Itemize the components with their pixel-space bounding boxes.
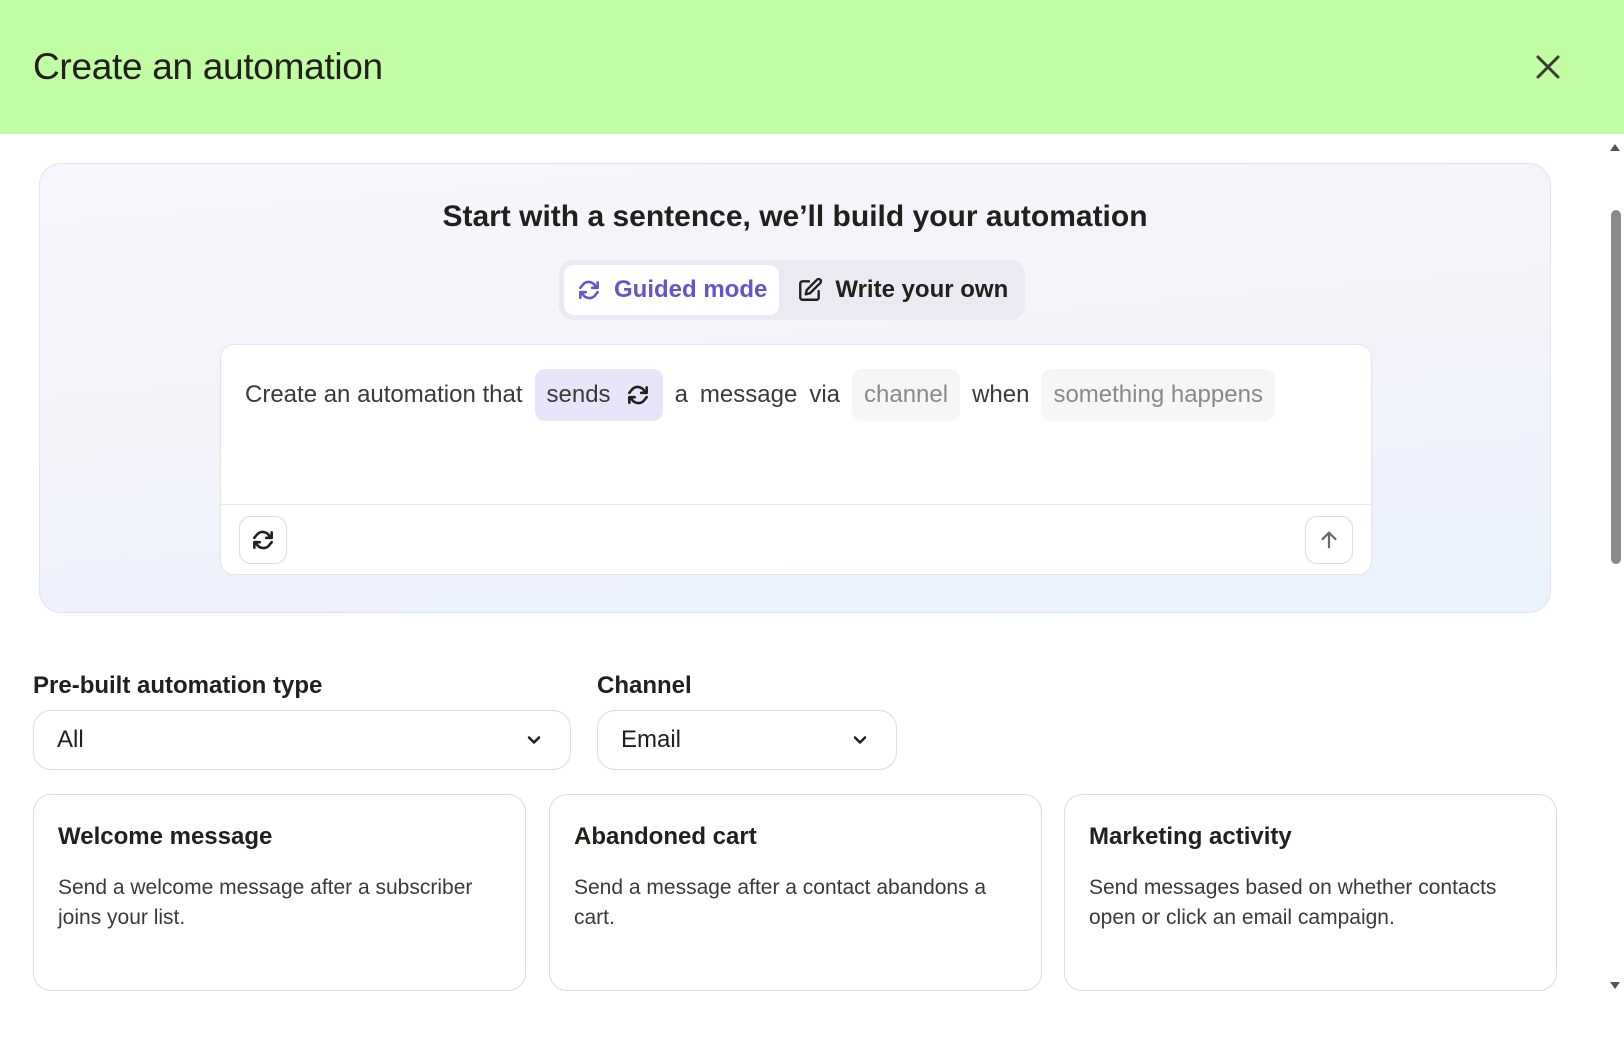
submit-button[interactable] bbox=[1305, 516, 1353, 564]
refresh-icon bbox=[579, 280, 599, 300]
card-description: Send a message after a contact abandons … bbox=[574, 876, 987, 929]
card-title: Abandoned cart bbox=[574, 823, 757, 850]
action-chip[interactable]: sends bbox=[534, 369, 663, 421]
automation-type-value: All bbox=[57, 726, 84, 753]
guided-mode-label: Guided mode bbox=[614, 276, 768, 303]
shuffle-button[interactable] bbox=[239, 516, 287, 564]
channel-chip[interactable]: channel bbox=[852, 369, 961, 421]
arrow-up-icon bbox=[1321, 531, 1337, 549]
scroll-thumb[interactable] bbox=[1611, 210, 1621, 564]
mode-toggle: Guided mode Write your own bbox=[559, 260, 1026, 320]
automation-sentence: Create an automation that sends a messag… bbox=[245, 369, 1287, 421]
channel-label: Channel bbox=[597, 672, 692, 699]
automation-card-abandoned-cart[interactable]: Abandoned cart Send a message after a co… bbox=[549, 794, 1042, 991]
sentence-word-via: via bbox=[809, 381, 840, 408]
sentence-word-when: when bbox=[972, 381, 1030, 408]
sentence-prefix: Create an automation that bbox=[245, 381, 523, 408]
channel-select[interactable]: Email bbox=[597, 710, 897, 770]
automation-type-label: Pre-built automation type bbox=[33, 672, 323, 699]
scroll-down-arrow[interactable] bbox=[1610, 982, 1620, 989]
trigger-chip[interactable]: something happens bbox=[1041, 369, 1275, 421]
close-button[interactable] bbox=[1528, 47, 1568, 87]
card-title: Welcome message bbox=[58, 823, 273, 850]
sentence-word-a: a bbox=[674, 381, 688, 408]
sentence-builder-panel: Start with a sentence, we’ll build your … bbox=[39, 163, 1551, 613]
sentence-word-message: message bbox=[699, 381, 798, 408]
refresh-icon bbox=[627, 385, 648, 405]
guided-mode-button[interactable]: Guided mode bbox=[564, 265, 780, 315]
composer-divider bbox=[221, 504, 1371, 505]
edit-icon bbox=[799, 277, 823, 301]
automation-card-marketing-activity[interactable]: Marketing activity Send messages based o… bbox=[1064, 794, 1557, 991]
card-description: Send a welcome message after a subscribe… bbox=[58, 876, 473, 929]
channel-value: Email bbox=[621, 726, 682, 753]
hero-title: Start with a sentence, we’ll build your … bbox=[442, 200, 1148, 233]
action-chip-label: sends bbox=[546, 381, 611, 408]
refresh-icon bbox=[253, 530, 273, 550]
modal-header: Create an automation bbox=[0, 0, 1624, 134]
automation-card-welcome[interactable]: Welcome message Send a welcome message a… bbox=[33, 794, 526, 991]
write-your-own-label: Write your own bbox=[835, 276, 1009, 303]
automation-type-select[interactable]: All bbox=[33, 710, 571, 770]
chevron-down-icon bbox=[853, 736, 867, 744]
modal-title: Create an automation bbox=[33, 46, 383, 87]
card-description: Send messages based on whether contacts … bbox=[1089, 876, 1497, 929]
scroll-up-arrow[interactable] bbox=[1610, 144, 1620, 151]
chevron-down-icon bbox=[527, 736, 541, 744]
card-title: Marketing activity bbox=[1089, 823, 1292, 850]
close-icon bbox=[1536, 55, 1560, 79]
sentence-composer: Create an automation that sends a messag… bbox=[220, 344, 1372, 575]
write-your-own-button[interactable]: Write your own bbox=[785, 265, 1020, 315]
